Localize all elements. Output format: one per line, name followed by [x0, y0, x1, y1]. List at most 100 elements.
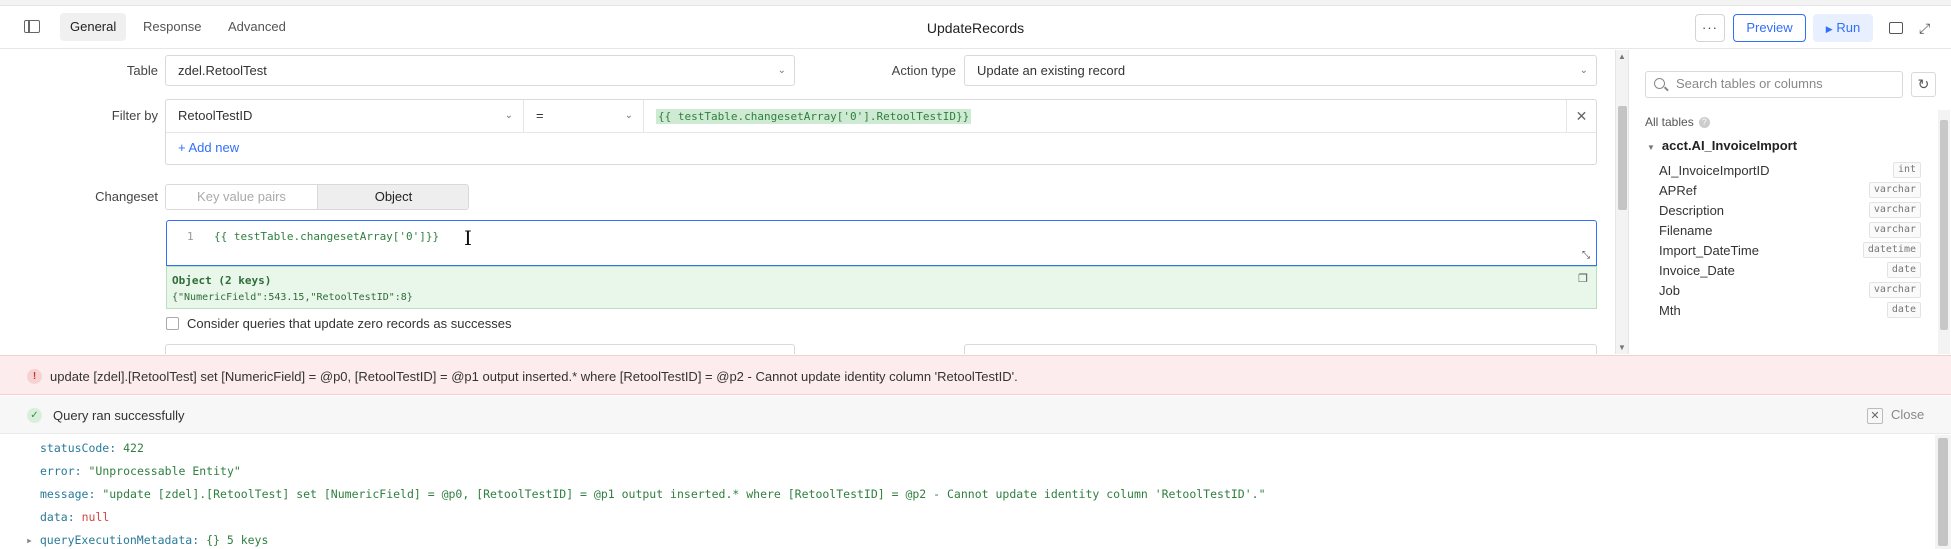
partial-field [165, 344, 795, 354]
column-type-badge: int [1892, 162, 1921, 178]
schema-column-row[interactable]: Description varchar [1659, 200, 1921, 220]
chevron-down-icon: ⌄ [624, 110, 633, 121]
error-banner: ! update [zdel].[RetoolTest] set [Numeri… [0, 355, 1951, 395]
response-key: data: [40, 510, 75, 524]
schema-panel: ↻ All tables? ▼ acct.AI_InvoiceImport AI_… [1628, 50, 1951, 354]
column-type-badge: varchar [1868, 182, 1921, 198]
response-line-error: error: "Unprocessable Entity" [40, 464, 241, 478]
query-header: General Response Advanced UpdateRecords … [0, 6, 1951, 49]
schema-scrollbar[interactable] [1938, 110, 1950, 354]
response-line-data: data: null [40, 510, 109, 524]
add-new-filter-link[interactable]: + Add new [178, 140, 239, 155]
column-type-badge: date [1886, 262, 1921, 278]
filter-label: Filter by [111, 108, 158, 123]
changeset-option-key-value[interactable]: Key value pairs [166, 185, 317, 209]
all-tables-heading: All tables? [1645, 115, 1710, 129]
run-label: Run [1836, 20, 1861, 35]
response-viewer: statusCode: 422 error: "Unprocessable En… [0, 435, 1935, 549]
close-icon: ✕ [1867, 408, 1883, 424]
all-tables-label: All tables [1645, 115, 1694, 129]
caret-right-icon[interactable]: ▸ [26, 533, 33, 547]
schema-search[interactable] [1645, 71, 1903, 98]
column-name: Filename [1659, 223, 1713, 238]
schema-column-row[interactable]: Filename varchar [1659, 220, 1921, 240]
tab-advanced[interactable]: Advanced [218, 13, 296, 41]
caret-down-icon: ▼ [1647, 143, 1655, 152]
response-key: message: [40, 487, 96, 501]
schema-column-row[interactable]: AI_InvoiceImportID int [1659, 160, 1921, 180]
changeset-option-object[interactable]: Object [317, 185, 468, 209]
clear-filter-icon[interactable]: ✕ [1566, 100, 1596, 133]
column-name: APRef [1659, 183, 1697, 198]
filter-value-input[interactable]: {{ testTable.changesetArray['0'].RetoolT… [644, 100, 1566, 133]
editor-code: {{ testTable.changesetArray['0']}} [214, 230, 440, 243]
expand-icon[interactable]: ⤢ [1919, 20, 1930, 37]
action-type-select[interactable]: Update an existing record ⌄ [964, 55, 1597, 86]
column-type-badge: datetime [1862, 242, 1921, 258]
column-type-badge: varchar [1868, 282, 1921, 298]
column-name: Import_DateTime [1659, 243, 1759, 258]
sidebar-toggle-icon[interactable] [24, 20, 40, 33]
column-name: Mth [1659, 303, 1681, 318]
column-name: Invoice_Date [1659, 263, 1735, 278]
response-value: 422 [123, 441, 144, 455]
chevron-down-icon: ⌄ [1579, 65, 1588, 76]
text-cursor-icon: I [464, 226, 472, 250]
check-icon: ✓ [27, 408, 42, 423]
schema-column-row[interactable]: APRef varchar [1659, 180, 1921, 200]
resize-icon[interactable]: ⤡ [1582, 250, 1590, 261]
filter-value-code: {{ testTable.changesetArray['0'].RetoolT… [656, 109, 972, 124]
column-type-badge: varchar [1868, 222, 1921, 238]
run-button[interactable]: ▶ Run [1813, 14, 1873, 42]
filter-box: RetoolTestID ⌄ = ⌄ {{ testTable.changese… [165, 99, 1597, 165]
zero-records-checkbox[interactable] [166, 317, 179, 330]
eval-title: Object (2 keys) [172, 274, 272, 287]
close-button[interactable]: ✕ Close [1867, 407, 1924, 424]
search-icon [1654, 78, 1665, 89]
column-name: AI_InvoiceImportID [1659, 163, 1770, 178]
schema-search-input[interactable] [1676, 76, 1896, 91]
preview-button[interactable]: Preview [1733, 14, 1806, 42]
chevron-down-icon: ⌄ [777, 65, 786, 76]
tab-response[interactable]: Response [133, 13, 212, 41]
schema-column-row[interactable]: Job varchar [1659, 280, 1921, 300]
column-name: Description [1659, 203, 1725, 218]
form-scrollbar[interactable]: ▲ ▼ [1615, 50, 1628, 354]
column-type-badge: varchar [1868, 202, 1921, 218]
schema-column-row[interactable]: Mth date [1659, 300, 1921, 320]
query-form: Table zdel.RetoolTest ⌄ Action type Upda… [0, 50, 1615, 354]
eval-preview: Object (2 keys) {"NumericField":543.15,"… [166, 266, 1597, 309]
play-icon: ▶ [1825, 24, 1833, 34]
filter-row: RetoolTestID ⌄ = ⌄ {{ testTable.changese… [166, 100, 1596, 133]
response-value: null [81, 510, 110, 524]
response-scrollbar[interactable] [1935, 435, 1951, 549]
schema-column-row[interactable]: Invoice_Date date [1659, 260, 1921, 280]
action-type-label: Action type [891, 63, 956, 78]
more-options-button[interactable]: ··· [1695, 14, 1725, 42]
tab-general[interactable]: General [60, 13, 127, 41]
response-count: 5 keys [226, 533, 269, 547]
copy-icon[interactable]: ❐ [1578, 272, 1588, 285]
scroll-down-icon[interactable]: ▼ [1618, 343, 1626, 352]
schema-table-item[interactable]: ▼ acct.AI_InvoiceImport [1647, 138, 1797, 153]
response-value: "update [zdel].[RetoolTest] set [Numeric… [102, 487, 1266, 501]
scroll-thumb[interactable] [1938, 438, 1948, 546]
scroll-thumb[interactable] [1618, 106, 1627, 210]
scroll-thumb[interactable] [1940, 120, 1948, 330]
panel-toggle-icon[interactable] [1889, 22, 1903, 34]
table-select-value: zdel.RetoolTest [178, 63, 267, 78]
filter-operator-select[interactable]: = ⌄ [524, 100, 644, 133]
response-key: queryExecutionMetadata: [39, 533, 200, 547]
schema-column-row[interactable]: Import_DateTime datetime [1659, 240, 1921, 260]
info-icon[interactable]: ? [1698, 117, 1710, 129]
table-select[interactable]: zdel.RetoolTest ⌄ [165, 55, 795, 86]
response-line-metadata[interactable]: ▸ queryExecutionMetadata: {} 5 keys [26, 533, 268, 547]
scroll-up-icon[interactable]: ▲ [1618, 52, 1626, 61]
status-message: Query ran successfully [53, 408, 185, 423]
action-type-value: Update an existing record [977, 63, 1126, 78]
filter-column-select[interactable]: RetoolTestID ⌄ [166, 100, 524, 133]
changeset-code-editor[interactable]: 1 {{ testTable.changesetArray['0']}} ⤡ [166, 220, 1597, 266]
partial-field [964, 344, 1597, 354]
chevron-down-icon: ⌄ [504, 110, 513, 121]
refresh-icon[interactable]: ↻ [1911, 72, 1936, 97]
